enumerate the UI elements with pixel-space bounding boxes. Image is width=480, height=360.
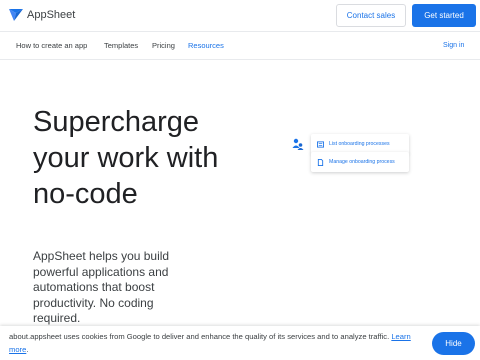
document-icon xyxy=(317,158,324,166)
cookie-banner: about.appsheet uses cookies from Google … xyxy=(0,326,480,360)
get-started-button[interactable]: Get started xyxy=(412,4,476,27)
top-header: AppSheet Contact sales Get started xyxy=(0,0,480,31)
hero-title: Supercharge your work with no-code xyxy=(33,106,219,210)
appsheet-logo[interactable]: AppSheet xyxy=(9,9,75,21)
appsheet-logo-icon xyxy=(9,9,23,21)
nav-item-templates[interactable]: Templates xyxy=(104,41,138,50)
nav-item-pricing[interactable]: Pricing xyxy=(152,41,175,50)
hero-description: AppSheet helps you build powerful applic… xyxy=(33,249,170,325)
nav-item-how-to-create[interactable]: How to create an app xyxy=(16,41,87,50)
chip-label: List onboarding processes xyxy=(329,141,390,147)
cookie-text: about.appsheet uses cookies from Google … xyxy=(9,332,390,341)
nav-item-resources[interactable]: Resources xyxy=(188,41,224,50)
cookie-message: about.appsheet uses cookies from Google … xyxy=(9,330,419,356)
contact-sales-button[interactable]: Contact sales xyxy=(336,4,406,27)
logo-text: AppSheet xyxy=(27,9,76,21)
list-onboarding-chip: List onboarding processes xyxy=(311,134,409,154)
manage-onboarding-chip: Manage onboarding process xyxy=(311,152,409,172)
list-icon xyxy=(317,140,324,148)
hide-cookie-button[interactable]: Hide xyxy=(432,332,475,355)
cookie-period: . xyxy=(26,345,29,354)
nav-bar: How to create an app Templates Pricing R… xyxy=(0,31,480,60)
users-icon xyxy=(292,138,304,150)
chip-label: Manage onboarding process xyxy=(329,159,395,165)
sign-in-link[interactable]: Sign in xyxy=(443,42,464,49)
